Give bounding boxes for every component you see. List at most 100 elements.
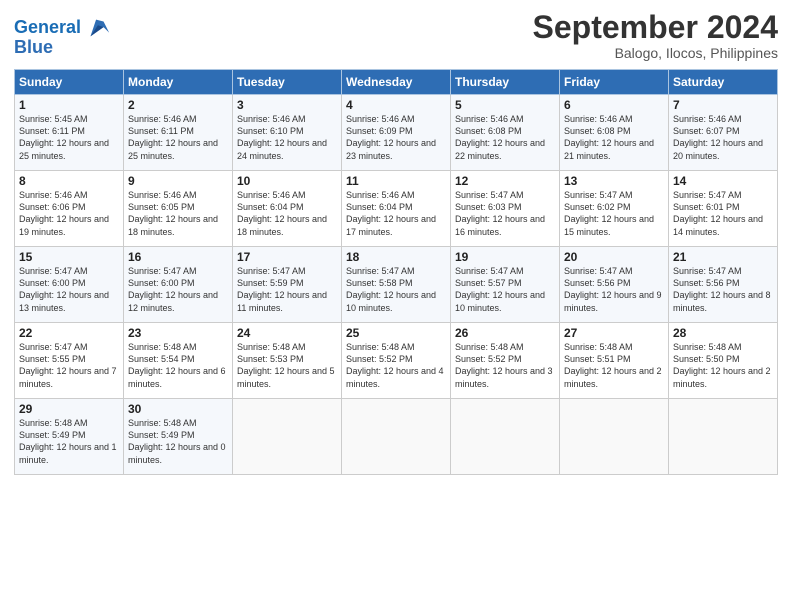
day-number: 19	[455, 250, 555, 264]
day-number: 23	[128, 326, 228, 340]
day-info: Sunrise: 5:46 AMSunset: 6:08 PMDaylight:…	[455, 114, 545, 160]
calendar-day-10: 10 Sunrise: 5:46 AMSunset: 6:04 PMDayligh…	[233, 171, 342, 247]
header-tuesday: Tuesday	[233, 70, 342, 95]
page-container: General Blue September 2024 Balogo, Iloc…	[0, 0, 792, 483]
day-number: 10	[237, 174, 337, 188]
calendar-week-5: 29 Sunrise: 5:48 AMSunset: 5:49 PMDayligh…	[15, 399, 778, 475]
day-number: 24	[237, 326, 337, 340]
day-info: Sunrise: 5:46 AMSunset: 6:07 PMDaylight:…	[673, 114, 763, 160]
calendar-day-23: 23 Sunrise: 5:48 AMSunset: 5:54 PMDayligh…	[124, 323, 233, 399]
header-wednesday: Wednesday	[342, 70, 451, 95]
day-number: 17	[237, 250, 337, 264]
calendar-day-5: 5 Sunrise: 5:46 AMSunset: 6:08 PMDaylight…	[451, 95, 560, 171]
calendar-week-1: 1 Sunrise: 5:45 AMSunset: 6:11 PMDaylight…	[15, 95, 778, 171]
calendar-day-20: 20Sunrise: 5:47 AMSunset: 5:56 PMDayligh…	[560, 247, 669, 323]
calendar-day-empty	[233, 399, 342, 475]
day-info: Sunrise: 5:46 AMSunset: 6:06 PMDaylight:…	[19, 190, 109, 236]
calendar-body: 1 Sunrise: 5:45 AMSunset: 6:11 PMDaylight…	[15, 95, 778, 475]
calendar-day-15: 15Sunrise: 5:47 AMSunset: 6:00 PMDayligh…	[15, 247, 124, 323]
calendar-day-2: 2 Sunrise: 5:46 AMSunset: 6:11 PMDaylight…	[124, 95, 233, 171]
day-number: 18	[346, 250, 446, 264]
calendar-day-27: 27 Sunrise: 5:48 AMSunset: 5:51 PMDayligh…	[560, 323, 669, 399]
day-number: 14	[673, 174, 773, 188]
day-info: Sunrise: 5:45 AMSunset: 6:11 PMDaylight:…	[19, 114, 109, 160]
day-number: 2	[128, 98, 228, 112]
calendar-day-7: 7 Sunrise: 5:46 AMSunset: 6:07 PMDaylight…	[669, 95, 778, 171]
calendar-day-14: 14 Sunrise: 5:47 AMSunset: 6:01 PMDayligh…	[669, 171, 778, 247]
day-number: 12	[455, 174, 555, 188]
day-number: 25	[346, 326, 446, 340]
location: Balogo, Ilocos, Philippines	[533, 45, 778, 61]
calendar-day-21: 21 Sunrise: 5:47 AMSunset: 5:56 PMDayligh…	[669, 247, 778, 323]
day-info: Sunrise: 5:47 AMSunset: 5:59 PMDaylight:…	[237, 266, 327, 312]
day-number: 7	[673, 98, 773, 112]
day-info: Sunrise: 5:48 AMSunset: 5:51 PMDaylight:…	[564, 342, 662, 388]
calendar-day-9: 9 Sunrise: 5:46 AMSunset: 6:05 PMDaylight…	[124, 171, 233, 247]
month-title: September 2024	[533, 10, 778, 45]
day-number: 3	[237, 98, 337, 112]
calendar-week-3: 15 Sunrise: 5:47 AMSunset: 6:00 PMDayligh…	[15, 247, 778, 323]
day-info: Sunrise: 5:47 AMSunset: 6:00 PMDaylight:…	[128, 266, 218, 312]
header-sunday: Sunday	[15, 70, 124, 95]
logo: General Blue	[14, 14, 111, 58]
day-info: Sunrise: 5:46 AMSunset: 6:11 PMDaylight:…	[128, 114, 218, 160]
calendar-day-13: 13 Sunrise: 5:47 AMSunset: 6:02 PMDayligh…	[560, 171, 669, 247]
day-number: 22	[19, 326, 119, 340]
day-info: Sunrise: 5:47 AMSunset: 6:03 PMDaylight:…	[455, 190, 545, 236]
calendar-day-30: 30Sunrise: 5:48 AMSunset: 5:49 PMDayligh…	[124, 399, 233, 475]
calendar-day-empty	[342, 399, 451, 475]
day-number: 13	[564, 174, 664, 188]
calendar-day-26: 26 Sunrise: 5:48 AMSunset: 5:52 PMDayligh…	[451, 323, 560, 399]
day-info: Sunrise: 5:46 AMSunset: 6:10 PMDaylight:…	[237, 114, 327, 160]
day-info: Sunrise: 5:48 AMSunset: 5:53 PMDaylight:…	[237, 342, 335, 388]
header-thursday: Thursday	[451, 70, 560, 95]
header-monday: Monday	[124, 70, 233, 95]
calendar-day-empty	[669, 399, 778, 475]
day-number: 15	[19, 250, 119, 264]
day-number: 5	[455, 98, 555, 112]
day-info: Sunrise: 5:48 AMSunset: 5:54 PMDaylight:…	[128, 342, 226, 388]
calendar-day-24: 24 Sunrise: 5:48 AMSunset: 5:53 PMDayligh…	[233, 323, 342, 399]
day-info: Sunrise: 5:48 AMSunset: 5:50 PMDaylight:…	[673, 342, 771, 388]
day-number: 16	[128, 250, 228, 264]
day-number: 21	[673, 250, 773, 264]
header: General Blue September 2024 Balogo, Iloc…	[14, 10, 778, 61]
day-number: 11	[346, 174, 446, 188]
day-number: 29	[19, 402, 119, 416]
day-info: Sunrise: 5:47 AMSunset: 5:57 PMDaylight:…	[455, 266, 545, 312]
day-info: Sunrise: 5:48 AMSunset: 5:52 PMDaylight:…	[346, 342, 444, 388]
day-number: 9	[128, 174, 228, 188]
calendar-week-4: 22 Sunrise: 5:47 AMSunset: 5:55 PMDayligh…	[15, 323, 778, 399]
calendar-day-4: 4 Sunrise: 5:46 AMSunset: 6:09 PMDaylight…	[342, 95, 451, 171]
calendar-day-12: 12 Sunrise: 5:47 AMSunset: 6:03 PMDayligh…	[451, 171, 560, 247]
calendar-day-1: 1 Sunrise: 5:45 AMSunset: 6:11 PMDaylight…	[15, 95, 124, 171]
day-number: 27	[564, 326, 664, 340]
day-info: Sunrise: 5:46 AMSunset: 6:05 PMDaylight:…	[128, 190, 218, 236]
day-info: Sunrise: 5:47 AMSunset: 5:55 PMDaylight:…	[19, 342, 117, 388]
calendar-day-18: 18Sunrise: 5:47 AMSunset: 5:58 PMDayligh…	[342, 247, 451, 323]
day-info: Sunrise: 5:48 AMSunset: 5:52 PMDaylight:…	[455, 342, 553, 388]
day-info: Sunrise: 5:46 AMSunset: 6:08 PMDaylight:…	[564, 114, 654, 160]
calendar-day-19: 19 Sunrise: 5:47 AMSunset: 5:57 PMDayligh…	[451, 247, 560, 323]
day-number: 26	[455, 326, 555, 340]
logo-icon	[83, 14, 111, 42]
calendar-day-16: 16 Sunrise: 5:47 AMSunset: 6:00 PMDayligh…	[124, 247, 233, 323]
day-number: 1	[19, 98, 119, 112]
calendar-table: Sunday Monday Tuesday Wednesday Thursday…	[14, 69, 778, 475]
calendar-week-2: 8Sunrise: 5:46 AMSunset: 6:06 PMDaylight…	[15, 171, 778, 247]
day-info: Sunrise: 5:46 AMSunset: 6:04 PMDaylight:…	[346, 190, 436, 236]
calendar-day-6: 6 Sunrise: 5:46 AMSunset: 6:08 PMDaylight…	[560, 95, 669, 171]
header-friday: Friday	[560, 70, 669, 95]
day-info: Sunrise: 5:47 AMSunset: 5:56 PMDaylight:…	[673, 266, 771, 312]
calendar-day-25: 25 Sunrise: 5:48 AMSunset: 5:52 PMDayligh…	[342, 323, 451, 399]
calendar-day-28: 28Sunrise: 5:48 AMSunset: 5:50 PMDayligh…	[669, 323, 778, 399]
day-info: Sunrise: 5:46 AMSunset: 6:04 PMDaylight:…	[237, 190, 327, 236]
day-number: 20	[564, 250, 664, 264]
day-info: Sunrise: 5:46 AMSunset: 6:09 PMDaylight:…	[346, 114, 436, 160]
calendar-day-11: 11 Sunrise: 5:46 AMSunset: 6:04 PMDayligh…	[342, 171, 451, 247]
day-info: Sunrise: 5:47 AMSunset: 6:02 PMDaylight:…	[564, 190, 654, 236]
day-number: 4	[346, 98, 446, 112]
day-info: Sunrise: 5:47 AMSunset: 6:01 PMDaylight:…	[673, 190, 763, 236]
day-number: 6	[564, 98, 664, 112]
day-info: Sunrise: 5:48 AMSunset: 5:49 PMDaylight:…	[19, 418, 117, 464]
